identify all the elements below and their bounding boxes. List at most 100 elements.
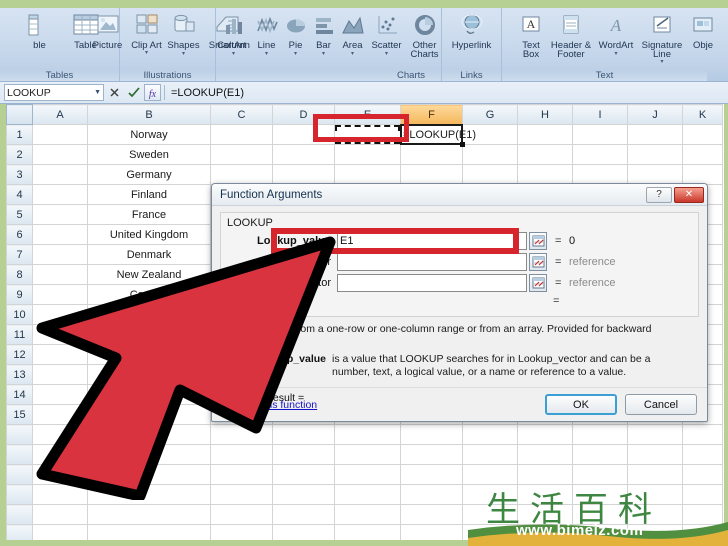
cell-g3[interactable]	[462, 164, 518, 185]
cell-h18[interactable]	[517, 464, 573, 485]
cell-g21[interactable]	[462, 524, 518, 540]
row-header-3[interactable]: 3	[6, 164, 33, 185]
close-icon[interactable]: ✕	[674, 186, 704, 203]
chevron-down-icon[interactable]: ▾	[232, 51, 235, 57]
cell-k20[interactable]	[682, 504, 723, 525]
cell-j1[interactable]	[627, 124, 683, 145]
ribbon-button-header-footer[interactable]: Header & Footer	[548, 10, 594, 59]
cell-j21[interactable]	[627, 524, 683, 540]
ribbon-button-bar-chart[interactable]: Bar ▾	[310, 10, 338, 57]
ok-button[interactable]: OK	[545, 394, 617, 415]
column-header-f[interactable]: F	[400, 104, 463, 125]
cell-f19[interactable]	[400, 484, 463, 505]
select-all-corner[interactable]	[6, 104, 33, 125]
cell-i3[interactable]	[572, 164, 628, 185]
ribbon-button-text-box[interactable]: A Text Box	[514, 10, 548, 59]
chevron-down-icon[interactable]: ▾	[294, 51, 297, 57]
cell-k3[interactable]	[682, 164, 723, 185]
cell-j2[interactable]	[627, 144, 683, 165]
cell-j16[interactable]	[627, 424, 683, 445]
cell-d2[interactable]	[272, 144, 335, 165]
cell-d3[interactable]	[272, 164, 335, 185]
cancel-x-icon[interactable]	[106, 84, 123, 101]
cell-a5[interactable]	[32, 204, 88, 225]
row-header-21[interactable]	[6, 524, 33, 540]
cell-b1[interactable]: Norway	[87, 124, 211, 145]
cell-b3[interactable]: Germany	[87, 164, 211, 185]
range-selector-icon[interactable]	[529, 252, 547, 271]
cell-b20[interactable]	[87, 504, 211, 525]
cell-a4[interactable]	[32, 184, 88, 205]
ribbon-button-scatter-chart[interactable]: Scatter ▾	[368, 10, 406, 57]
cell-k17[interactable]	[682, 444, 723, 465]
range-selector-icon[interactable]	[529, 231, 547, 250]
column-header-b[interactable]: B	[87, 104, 211, 125]
cell-f17[interactable]	[400, 444, 463, 465]
column-header-a[interactable]: A	[32, 104, 88, 125]
cell-f20[interactable]	[400, 504, 463, 525]
ribbon-button-pivottable[interactable]: ble	[17, 10, 63, 51]
name-box[interactable]: LOOKUP ▼	[4, 84, 104, 101]
cell-g16[interactable]	[462, 424, 518, 445]
cell-i19[interactable]	[572, 484, 628, 505]
cell-e20[interactable]	[334, 504, 401, 525]
row-header-1[interactable]: 1	[6, 124, 33, 145]
ribbon-button-other-charts[interactable]: Other Charts	[406, 10, 444, 59]
ribbon-button-picture[interactable]: Picture	[86, 10, 130, 51]
cell-k1[interactable]	[682, 124, 723, 145]
ribbon-button-column-chart[interactable]: Column ▾	[216, 10, 252, 57]
cell-k19[interactable]	[682, 484, 723, 505]
chevron-down-icon[interactable]: ▾	[614, 51, 617, 57]
chevron-down-icon[interactable]: ▼	[94, 89, 101, 96]
ribbon-button-signature-line[interactable]: Signature Line ▾	[638, 10, 686, 65]
cell-j19[interactable]	[627, 484, 683, 505]
chevron-down-icon[interactable]: ▾	[145, 50, 148, 56]
cell-f21[interactable]	[400, 524, 463, 540]
cell-d21[interactable]	[272, 524, 335, 540]
help-button[interactable]: ?	[646, 186, 672, 203]
row-header-20[interactable]	[6, 504, 33, 525]
cell-h16[interactable]	[517, 424, 573, 445]
cell-f2[interactable]	[400, 144, 463, 165]
cell-a2[interactable]	[32, 144, 88, 165]
cell-h21[interactable]	[517, 524, 573, 540]
cell-i18[interactable]	[572, 464, 628, 485]
cell-f3[interactable]	[400, 164, 463, 185]
cell-g19[interactable]	[462, 484, 518, 505]
fill-handle[interactable]	[460, 142, 465, 147]
cell-a21[interactable]	[32, 524, 88, 540]
cell-j3[interactable]	[627, 164, 683, 185]
cell-c20[interactable]	[210, 504, 273, 525]
cell-h19[interactable]	[517, 484, 573, 505]
column-header-g[interactable]: G	[462, 104, 518, 125]
cell-j17[interactable]	[627, 444, 683, 465]
cell-h3[interactable]	[517, 164, 573, 185]
cell-i21[interactable]	[572, 524, 628, 540]
chevron-down-icon[interactable]: ▾	[660, 59, 663, 65]
cell-g2[interactable]	[462, 144, 518, 165]
cell-d20[interactable]	[272, 504, 335, 525]
column-header-i[interactable]: I	[572, 104, 628, 125]
column-header-c[interactable]: C	[210, 104, 273, 125]
cell-j20[interactable]	[627, 504, 683, 525]
dialog-titlebar[interactable]: Function Arguments ? ✕	[212, 184, 707, 206]
cancel-button[interactable]: Cancel	[625, 394, 697, 415]
cell-h1[interactable]	[517, 124, 573, 145]
ribbon-button-shapes[interactable]: Shapes ▾	[164, 10, 204, 57]
chevron-down-icon[interactable]: ▾	[265, 51, 268, 57]
cell-h17[interactable]	[517, 444, 573, 465]
chevron-down-icon[interactable]: ▾	[351, 51, 354, 57]
cell-b21[interactable]	[87, 524, 211, 540]
chevron-down-icon[interactable]: ▾	[322, 51, 325, 57]
cell-k2[interactable]	[682, 144, 723, 165]
cell-a3[interactable]	[32, 164, 88, 185]
cell-b5[interactable]: France	[87, 204, 211, 225]
ribbon-button-wordart[interactable]: A WordArt ▾	[594, 10, 638, 57]
cell-h20[interactable]	[517, 504, 573, 525]
cell-k16[interactable]	[682, 424, 723, 445]
ribbon-button-object[interactable]: Obje	[686, 10, 720, 51]
cell-g20[interactable]	[462, 504, 518, 525]
column-header-k[interactable]: K	[682, 104, 723, 125]
cell-c3[interactable]	[210, 164, 273, 185]
cell-g18[interactable]	[462, 464, 518, 485]
